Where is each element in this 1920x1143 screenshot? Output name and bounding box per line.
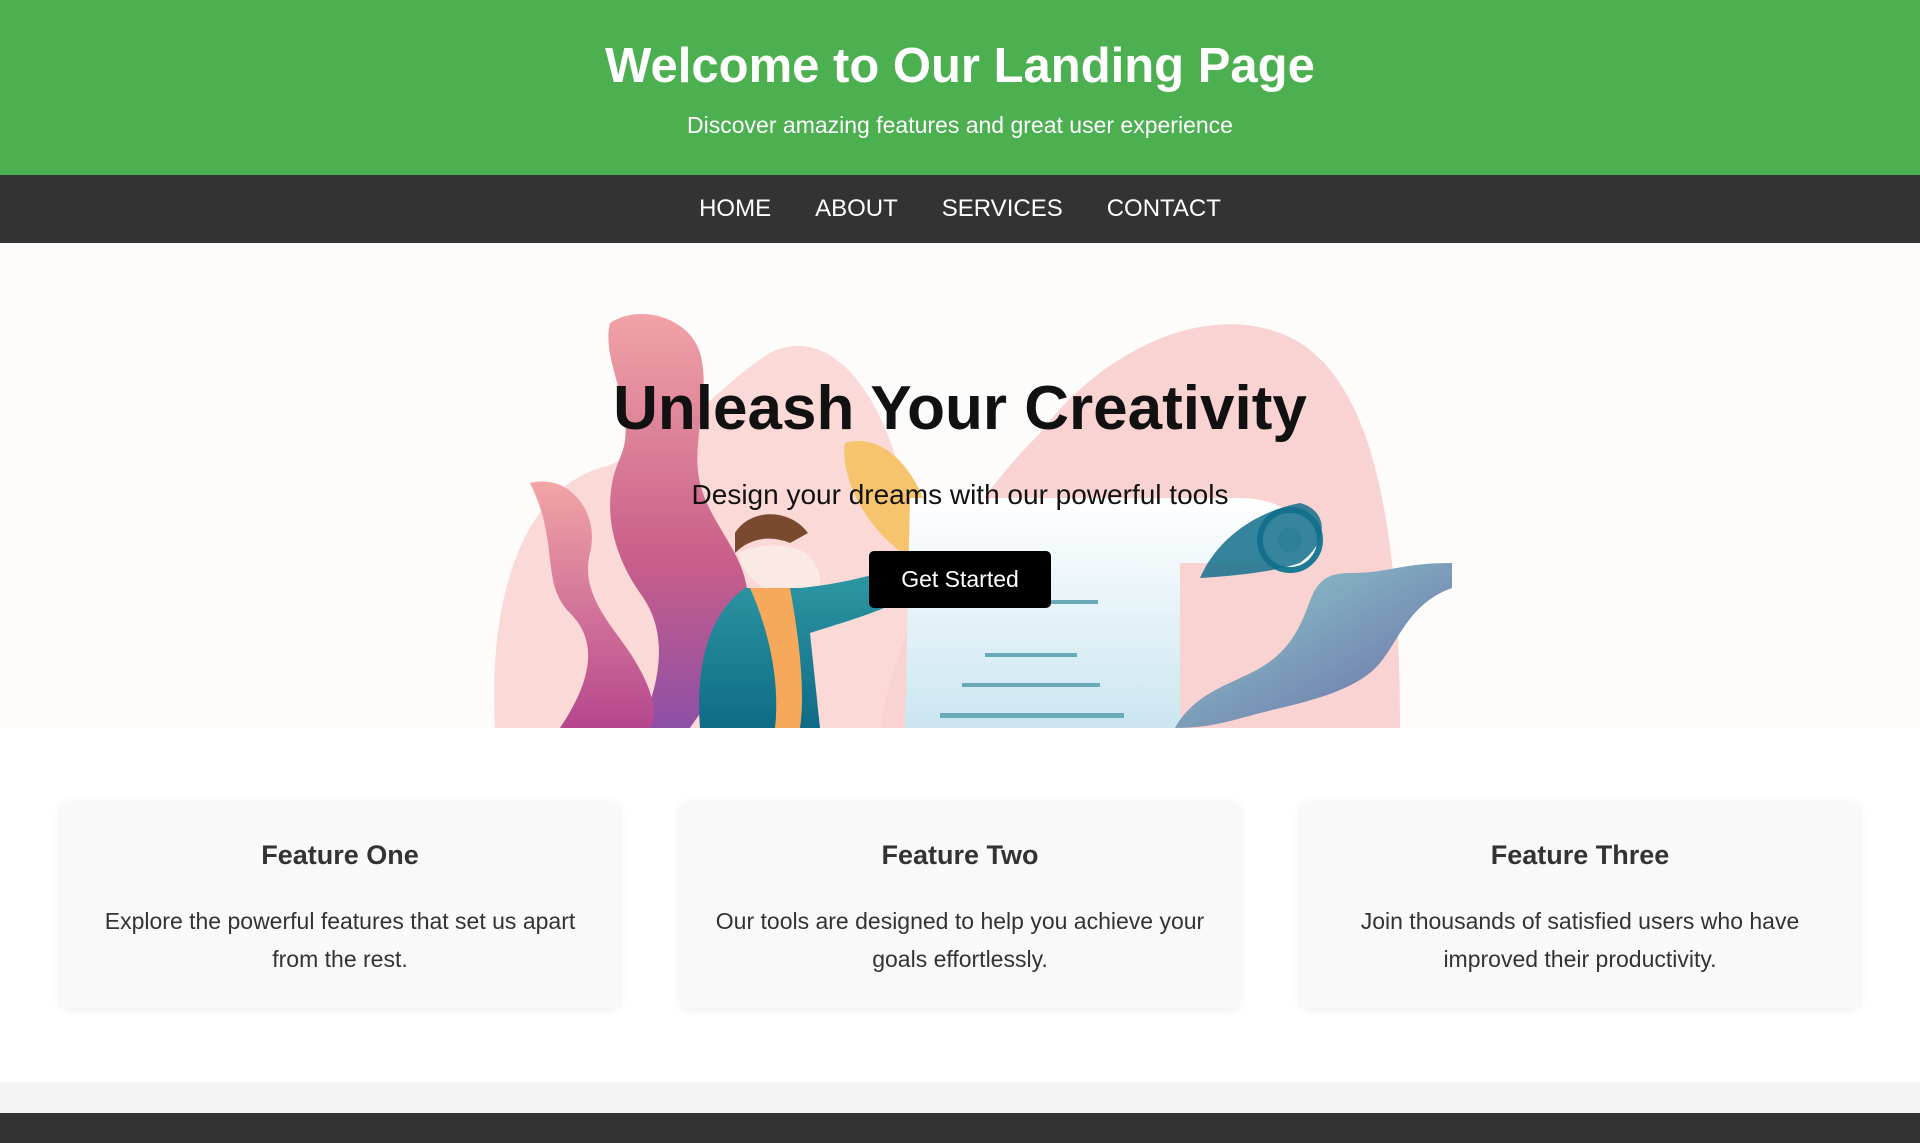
feature-card-two: Feature Two Our tools are designed to he… [681,802,1239,1008]
feature-title: Feature Two [881,840,1039,870]
site-header: Welcome to Our Landing Page Discover ama… [0,0,1920,175]
feature-text: Explore the powerful features that set u… [104,908,576,972]
main-nav: HOME ABOUT SERVICES CONTACT [0,175,1920,243]
nav-link-services[interactable]: SERVICES [942,195,1063,223]
nav-link-home[interactable]: HOME [699,195,771,223]
feature-text: Join thousands of satisfied users who ha… [1360,908,1800,972]
feature-title: Feature One [261,840,419,870]
nav-link-contact[interactable]: CONTACT [1107,195,1221,223]
page-title: Welcome to Our Landing Page [605,39,1315,93]
section-divider [0,1082,1920,1113]
hero-title: Unleash Your Creativity [613,374,1307,443]
feature-card-three: Feature Three Join thousands of satisfie… [1301,802,1859,1008]
feature-text: Our tools are designed to help you achie… [715,908,1205,972]
feature-title: Feature Three [1490,840,1670,870]
features-section: Feature One Explore the powerful feature… [0,728,1920,1082]
page-subtitle: Discover amazing features and great user… [687,112,1233,138]
get-started-button[interactable]: Get Started [869,551,1051,608]
nav-link-about[interactable]: ABOUT [815,195,898,223]
feature-card-one: Feature One Explore the powerful feature… [61,802,619,1008]
hero-section: Unleash Your Creativity Design your drea… [0,243,1920,728]
site-footer [0,1113,1920,1143]
hero-subtitle: Design your dreams with our powerful too… [691,479,1229,510]
